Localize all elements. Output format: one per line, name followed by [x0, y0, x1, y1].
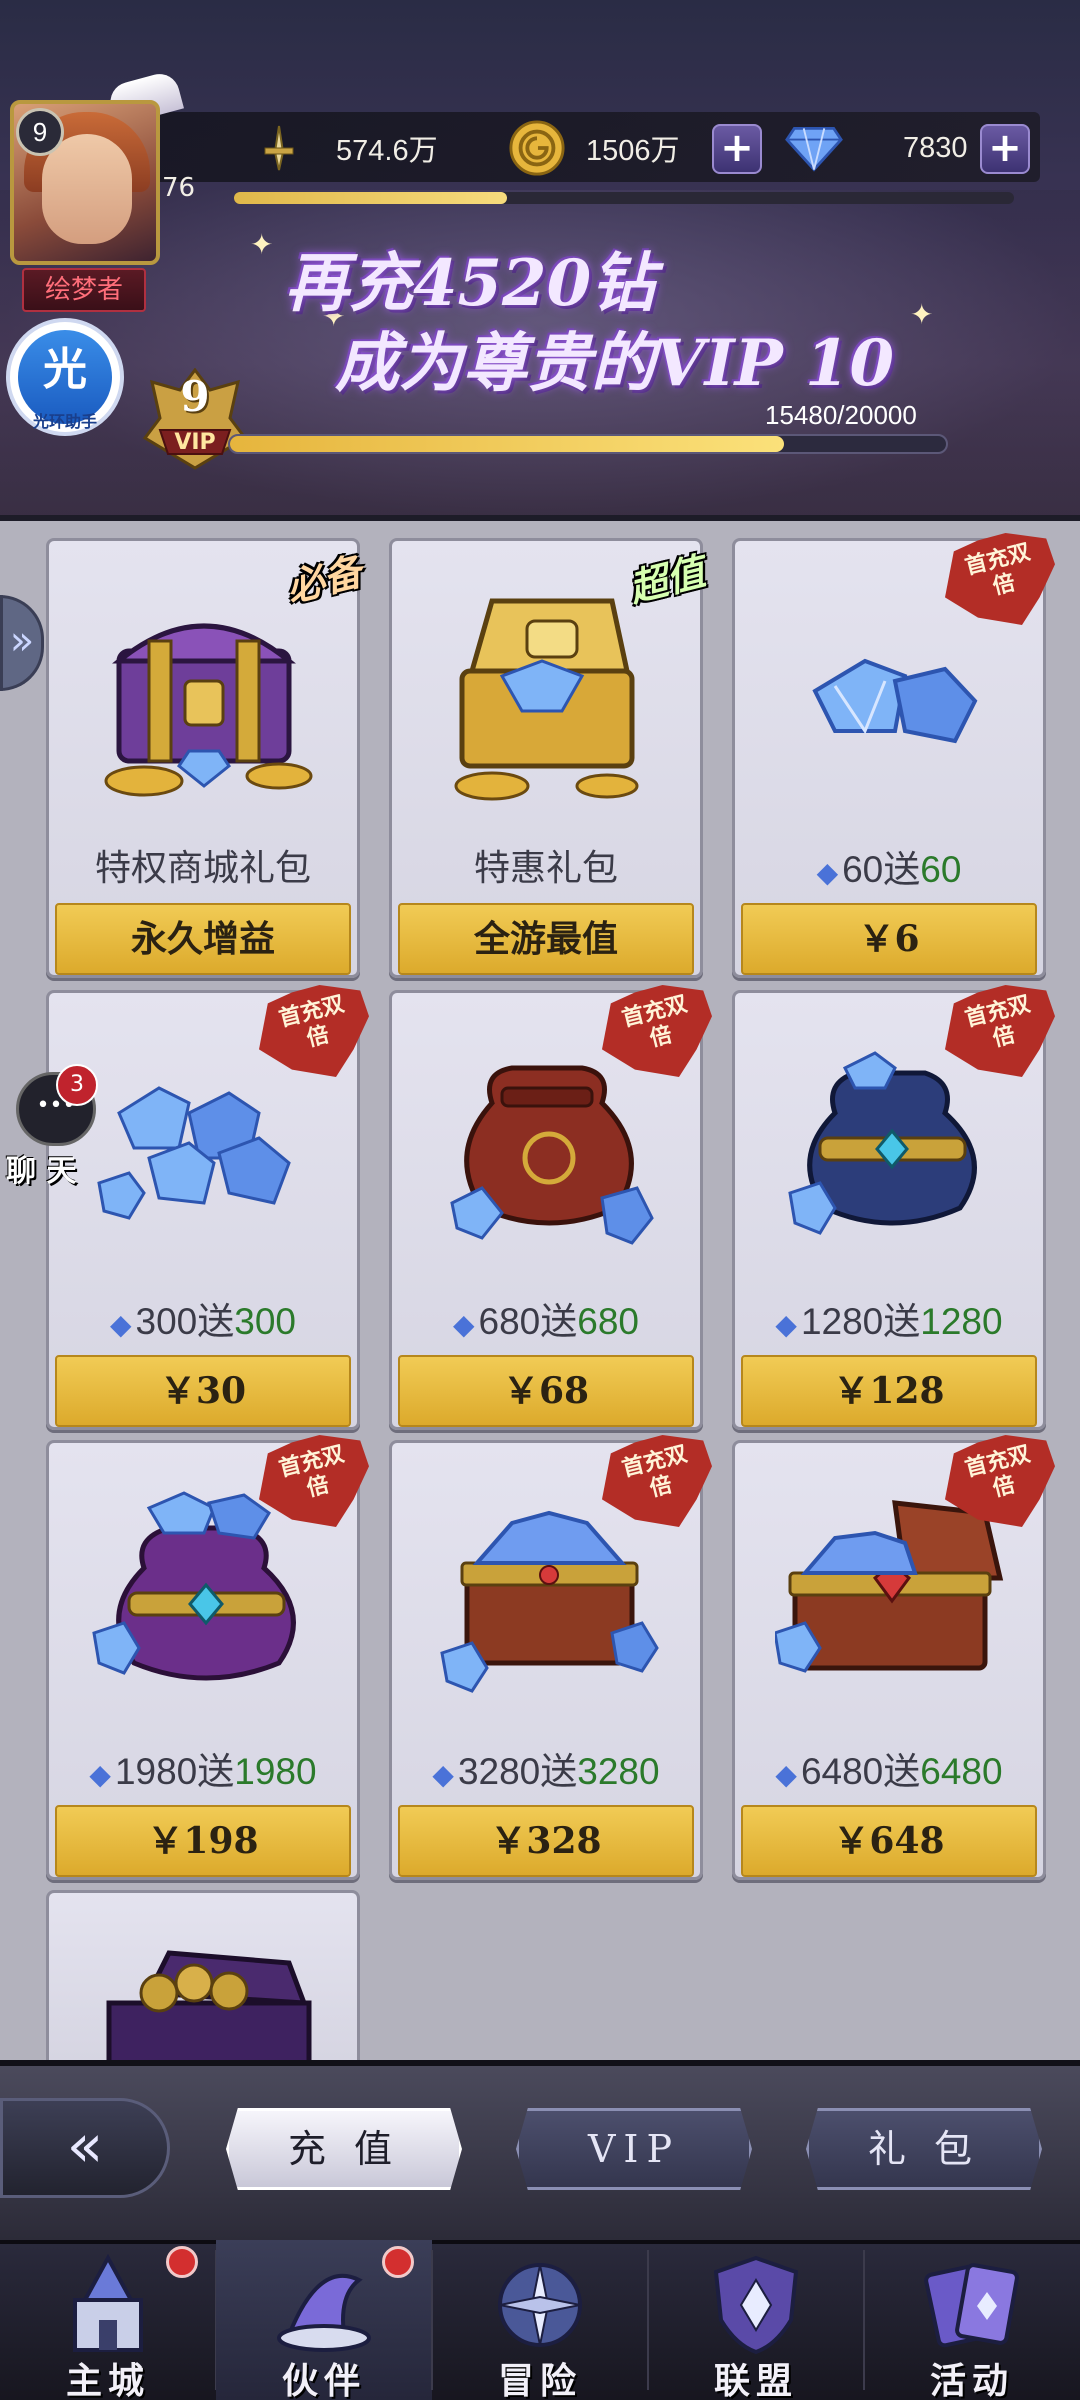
- gem-amount: ◆ 1280送1280: [775, 1301, 1003, 1342]
- diamond-icon: ◆: [452, 1309, 475, 1340]
- nav-label: 伙伴: [281, 2360, 366, 2400]
- product-tag: 超值: [624, 548, 710, 611]
- product-card-partial[interactable]: [46, 1890, 360, 2063]
- price-button[interactable]: ￥648: [741, 1805, 1037, 1877]
- product-name: 特权商城礼包: [94, 848, 311, 889]
- compass-icon: [498, 2263, 582, 2347]
- nav-adventure[interactable]: 冒险: [432, 2240, 648, 2400]
- vip-progress-text: 15480/20000: [765, 400, 917, 430]
- product-button[interactable]: 全游最值: [398, 903, 694, 975]
- first-recharge-ribbon: 首充双倍: [602, 985, 712, 1077]
- diamond-icon: ◆: [775, 1759, 797, 1790]
- gold-display: 1506万: [508, 118, 680, 178]
- sparkle-icon: ✦: [250, 228, 274, 261]
- notification-dot: [382, 2246, 414, 2278]
- gem-amount: ◆ 6480送6480: [775, 1751, 1003, 1792]
- diamond-icon: ◆: [109, 1309, 132, 1340]
- product-name: 特惠礼包: [473, 848, 618, 889]
- notification-dot: [166, 2246, 198, 2278]
- add-gold-button[interactable]: +: [712, 124, 762, 174]
- gem-amount: ◆ 3280送3280: [432, 1751, 660, 1792]
- player-level-badge: 9: [16, 108, 64, 156]
- tab-gift[interactable]: 礼 包: [806, 2108, 1042, 2190]
- treasure-chest-icon: [104, 623, 313, 797]
- first-recharge-ribbon: 首充双倍: [602, 1435, 712, 1527]
- player-exp-value: 76: [162, 173, 196, 203]
- product-button[interactable]: 永久增益: [55, 903, 351, 975]
- product-card-6480[interactable]: 首充双倍 ◆ 6480送6480 ￥648: [732, 1435, 1055, 1880]
- gem-amount: ◆ 60送60: [816, 849, 962, 890]
- diamond-icon: ◆: [432, 1759, 454, 1790]
- player-exp-bar: [234, 192, 1014, 204]
- product-card-1280[interactable]: 首充双倍 ◆ 1280送1280 ￥128: [732, 985, 1055, 1430]
- gold-coin-icon: [508, 119, 566, 177]
- nav-main-city[interactable]: 主城: [0, 2240, 216, 2400]
- cards-icon: [924, 2263, 1019, 2348]
- gem-display: 7830: [785, 118, 968, 178]
- diamond-icon: ◆: [89, 1759, 111, 1790]
- back-button[interactable]: «: [0, 2098, 170, 2198]
- tab-vip[interactable]: VIP: [516, 2108, 752, 2190]
- add-gems-button[interactable]: +: [980, 124, 1030, 174]
- nav-events[interactable]: 活动: [864, 2240, 1080, 2400]
- tab-recharge[interactable]: 充 值: [226, 2108, 462, 2190]
- product-card-680[interactable]: 首充双倍 ◆ 680送680 ￥68: [389, 985, 712, 1430]
- nav-partners[interactable]: 伙伴: [216, 2240, 432, 2400]
- vip-progress-fill: [230, 436, 785, 452]
- castle-icon: [73, 2253, 143, 2352]
- nav-label: 主城: [65, 2360, 150, 2400]
- nav-label: 冒险: [497, 2360, 582, 2400]
- product-tag: 必备: [281, 548, 367, 611]
- nav-label: 联盟: [713, 2360, 798, 2400]
- price-button[interactable]: ￥6: [741, 903, 1037, 975]
- sparkle-icon: ✦: [910, 298, 934, 331]
- vip-level-badge: 9 VIP: [140, 367, 250, 473]
- vip-progress-bar: [228, 434, 948, 454]
- diamond-icon: ◆: [775, 1309, 797, 1340]
- assistant-label: 光环助手: [32, 412, 97, 431]
- price-button[interactable]: ￥68: [398, 1355, 694, 1427]
- first-recharge-ribbon: 首充双倍: [259, 1435, 369, 1527]
- assistant-button[interactable]: 光 光环助手: [6, 318, 124, 436]
- gold-value: 1506万: [586, 135, 680, 167]
- price-button[interactable]: ￥30: [55, 1355, 351, 1427]
- product-card-privilege[interactable]: 必备 特权商城礼包 永久增益: [46, 538, 366, 978]
- shield-icon: [713, 2255, 799, 2355]
- vip-promo-line2: 成为尊贵的VIP 10: [335, 326, 895, 401]
- price-button[interactable]: ￥328: [398, 1805, 694, 1877]
- chat-label: 聊 天: [6, 1154, 77, 1189]
- player-title: 绘梦者: [22, 268, 146, 312]
- chat-button[interactable]: 3 聊 天: [6, 1064, 98, 1189]
- gold-rose-chest-icon: [106, 1950, 312, 2063]
- price-button[interactable]: ￥128: [741, 1355, 1037, 1427]
- gem-amount: ◆ 680送680: [452, 1301, 639, 1342]
- gem-amount: ◆ 300送300: [109, 1301, 296, 1342]
- gold-chest-icon: [454, 598, 639, 801]
- power-display: 574.6万: [250, 118, 438, 178]
- vip-level-number: 9: [180, 372, 210, 421]
- product-card-60[interactable]: 首充双倍 ◆ 60送60 ￥6: [732, 533, 1055, 978]
- diamond-icon: [785, 119, 843, 177]
- first-recharge-ribbon: 首充双倍: [945, 1435, 1055, 1527]
- gem-amount: ◆ 1980送1980: [89, 1751, 317, 1792]
- price-button[interactable]: ￥198: [55, 1805, 351, 1877]
- chat-unread-badge: 3: [56, 1064, 98, 1106]
- product-card-3280[interactable]: 首充双倍 ◆ 3280送3280 ￥328: [389, 1435, 712, 1880]
- sword-icon: [250, 119, 308, 177]
- first-recharge-ribbon: 首充双倍: [945, 985, 1055, 1077]
- product-card-1980[interactable]: 首充双倍 ◆ 1980送1980 ￥198: [46, 1435, 369, 1880]
- nav-alliance[interactable]: 联盟: [648, 2240, 864, 2400]
- product-card-300[interactable]: 首充双倍 ◆ 300送300 ￥30: [46, 985, 369, 1430]
- gem-value: 7830: [903, 131, 968, 164]
- player-exp-fill: [234, 192, 507, 204]
- back-arrow-icon: «: [66, 2111, 104, 2181]
- vip-promo-line1: 再充4520钻: [285, 246, 656, 321]
- power-value: 574.6万: [336, 135, 438, 167]
- first-recharge-ribbon: 首充双倍: [259, 985, 369, 1077]
- nav-label: 活动: [929, 2360, 1014, 2400]
- product-card-special[interactable]: 超值 特惠礼包 全游最值: [389, 538, 709, 978]
- diamond-icon: ◆: [816, 857, 839, 888]
- first-recharge-ribbon: 首充双倍: [945, 533, 1055, 625]
- wizard-hat-icon: [277, 2273, 371, 2352]
